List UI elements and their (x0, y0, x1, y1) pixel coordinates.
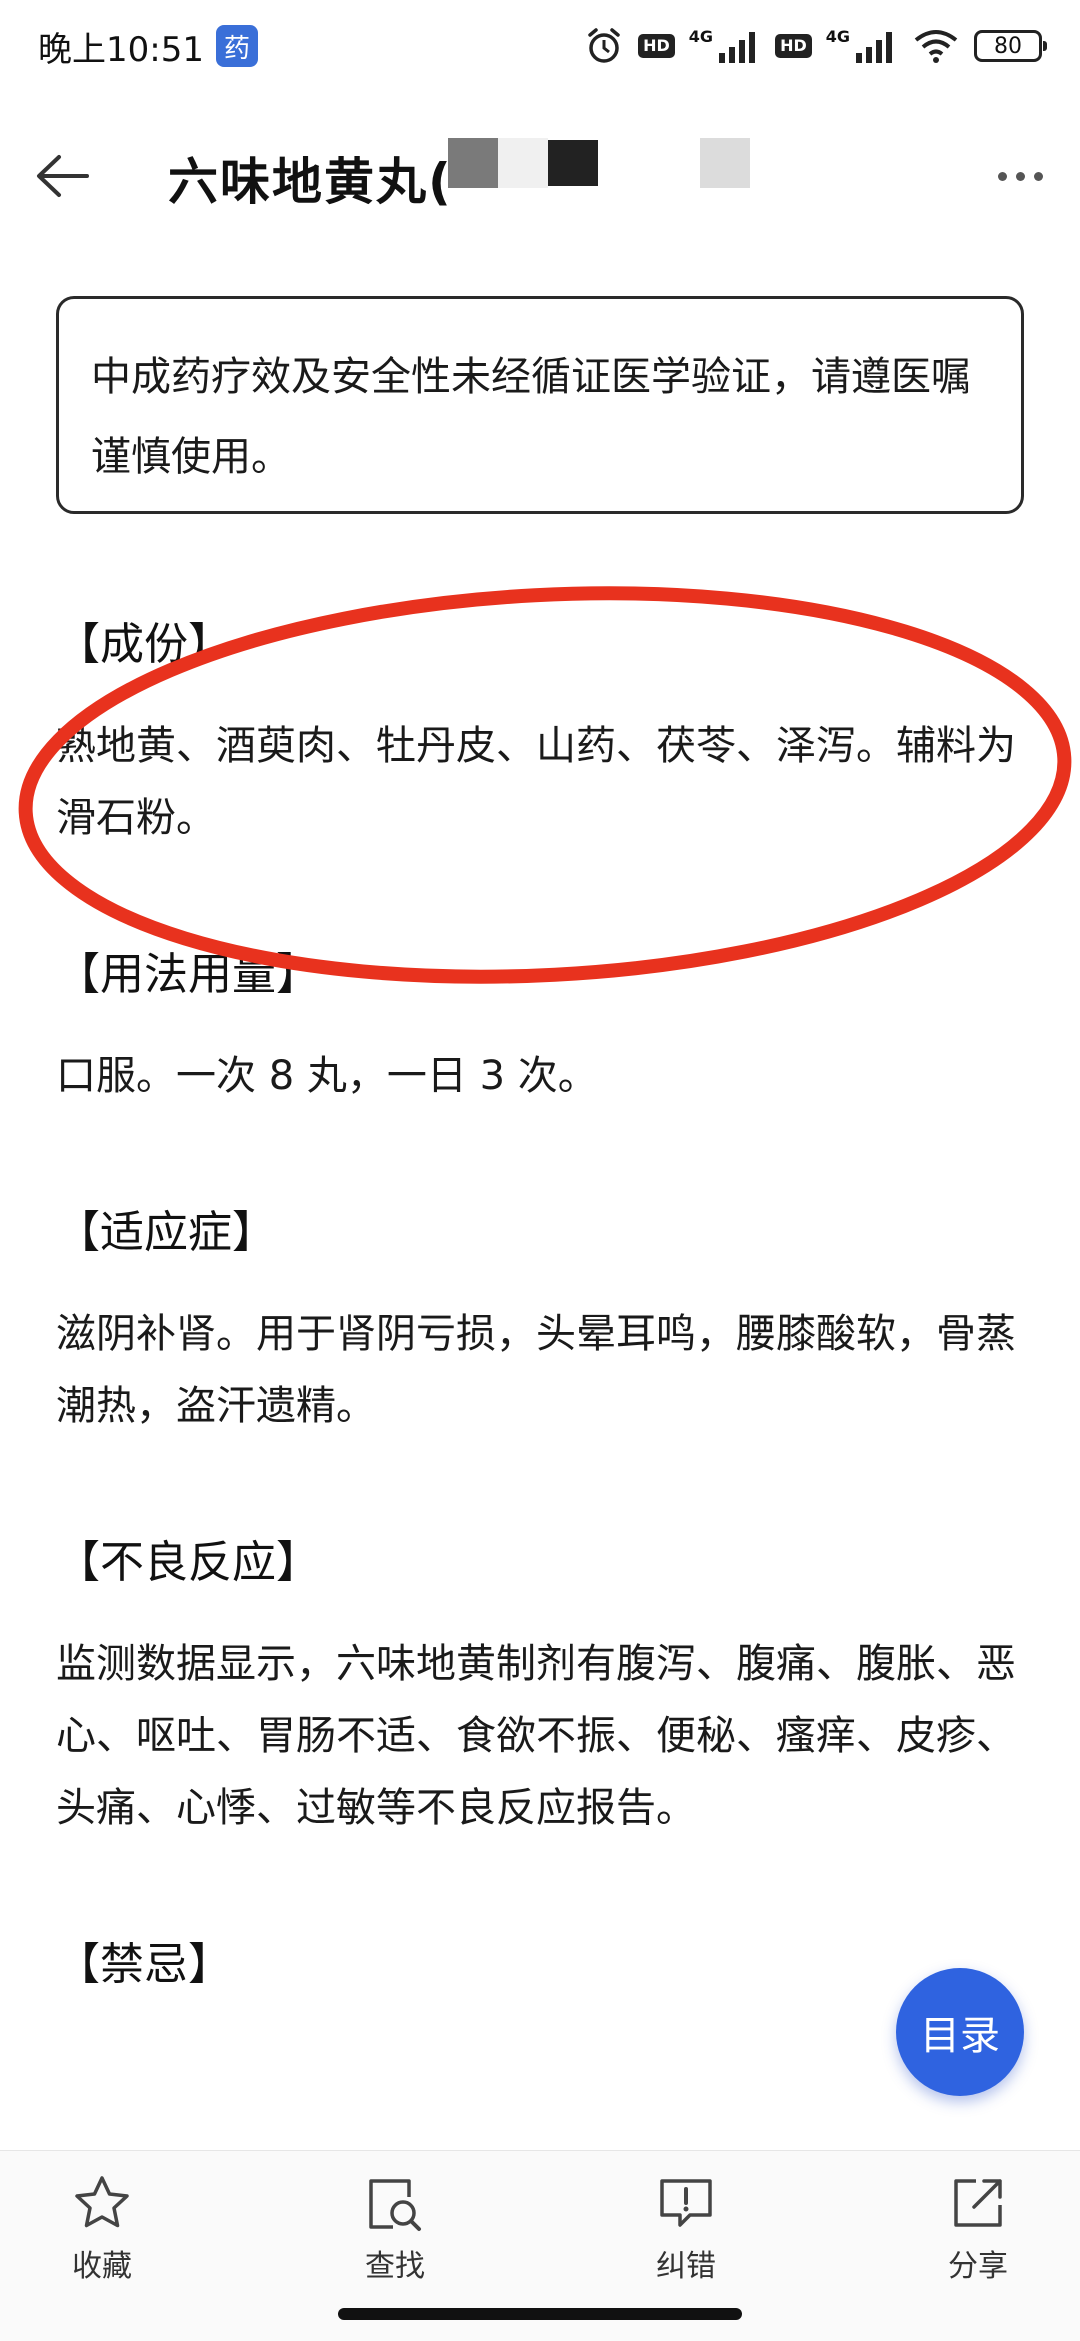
star-icon (75, 2176, 129, 2228)
page-title: 六味地黄丸( (168, 153, 453, 211)
signal-icon (719, 32, 756, 63)
section-adverse-reactions: 【不良反应】 监测数据显示，六味地黄制剂有腹泻、腹痛、腹胀、恶心、呕吐、胃肠不适… (56, 1528, 1036, 1844)
tab-label: 收藏 (72, 2249, 132, 2284)
wifi-icon (914, 30, 958, 63)
section-heading: 【禁忌】 (56, 1939, 232, 1990)
table-of-contents-button[interactable]: 目录 (896, 1968, 1024, 2096)
more-dot-icon (1015, 171, 1025, 181)
status-left: 晚上10:51 药 (38, 22, 258, 71)
redacted-title-part (448, 138, 598, 188)
section-heading: 【成份】 (56, 619, 232, 670)
status-right: HD 4G HD 4G 80 (584, 26, 1047, 66)
report-error-button[interactable]: 纠错 (606, 2173, 766, 2293)
tab-label: 查找 (365, 2249, 425, 2284)
tab-label: 纠错 (656, 2249, 716, 2284)
alarm-icon (588, 28, 620, 63)
app-notification-icon: 药 (215, 25, 258, 67)
battery-icon: 80 (974, 30, 1047, 62)
section-heading: 【不良反应】 (56, 1537, 320, 1588)
hd-icon-2: HD (775, 34, 812, 58)
more-options-button[interactable] (988, 144, 1052, 208)
status-bar: 晚上10:51 药 HD 4G HD 4G 80 (0, 0, 1080, 92)
back-arrow-icon (37, 155, 89, 197)
share-icon (954, 2179, 1002, 2227)
hd-icon: HD (638, 34, 675, 58)
section-body: 熟地黄、酒萸肉、牡丹皮、山药、茯苓、泽泻。辅料为滑石粉。 (56, 723, 1016, 841)
section-body: 监测数据显示，六味地黄制剂有腹泻、腹痛、腹胀、恶心、呕吐、胃肠不适、食欲不振、便… (56, 1641, 1016, 1831)
find-button[interactable]: 查找 (315, 2173, 475, 2293)
more-dot-icon (1033, 171, 1043, 181)
favorite-button[interactable]: 收藏 (22, 2173, 182, 2293)
status-time: 晚上10:51 (38, 29, 204, 70)
share-button[interactable]: 分享 (898, 2173, 1058, 2293)
section-ingredients: 【成份】 熟地黄、酒萸肉、牡丹皮、山药、茯苓、泽泻。辅料为滑石粉。 (56, 610, 1036, 854)
redacted-title-part-2 (700, 138, 750, 188)
network-type-label-2: 4G (825, 26, 850, 46)
report-error-icon (660, 2179, 712, 2227)
tab-label: 分享 (948, 2249, 1008, 2284)
more-dot-icon (997, 171, 1007, 181)
drug-info-content: 【成份】 熟地黄、酒萸肉、牡丹皮、山药、茯苓、泽泻。辅料为滑石粉。 【用法用量】… (56, 610, 1036, 2086)
search-document-icon (369, 2179, 421, 2231)
section-body: 口服。一次 8 丸，一日 3 次。 (56, 1053, 598, 1099)
back-button[interactable] (30, 144, 94, 208)
section-heading: 【用法用量】 (56, 949, 320, 1000)
section-dosage: 【用法用量】 口服。一次 8 丸，一日 3 次。 (56, 940, 1036, 1112)
section-contraindications: 【禁忌】 (56, 1930, 1036, 2000)
section-heading: 【适应症】 (56, 1207, 276, 1258)
home-indicator[interactable] (338, 2308, 742, 2320)
safety-notice: 中成药疗效及安全性未经循证医学验证，请遵医嘱谨慎使用。 (56, 296, 1024, 514)
signal-icon-2 (856, 32, 892, 63)
section-indications: 【适应症】 滋阴补肾。用于肾阴亏损，头晕耳鸣，腰膝酸软，骨蒸潮热，盗汗遗精。 (56, 1198, 1036, 1442)
network-type-label: 4G (688, 26, 714, 46)
app-bar: 六味地黄丸( (0, 120, 1080, 230)
section-body: 滋阴补肾。用于肾阴亏损，头晕耳鸣，腰膝酸软，骨蒸潮热，盗汗遗精。 (56, 1311, 1016, 1429)
